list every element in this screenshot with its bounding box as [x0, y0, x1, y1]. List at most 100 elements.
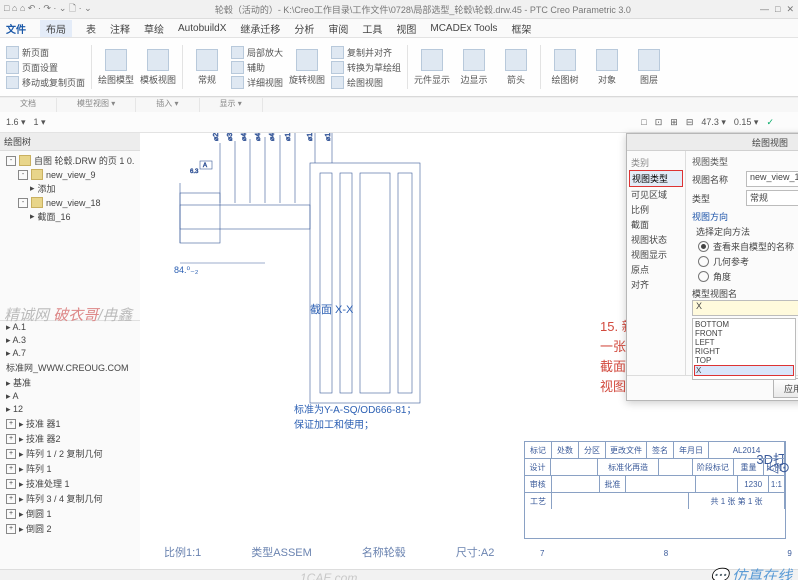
section-display[interactable]: 显示 ▾ — [200, 98, 263, 112]
edge-display-button[interactable]: 边显示 — [454, 42, 494, 92]
menu-view[interactable]: 视图 — [396, 21, 416, 36]
move-copy-page-button[interactable]: 移动或复制页面 — [6, 75, 85, 89]
list-item[interactable]: +▸ 阵列 1 / 2 复制几何 — [0, 446, 140, 461]
list-item[interactable]: ▸ A.3 — [0, 334, 140, 347]
view-icon-3[interactable]: ⊞ — [670, 117, 678, 128]
menu-table[interactable]: 表 — [86, 21, 96, 36]
category-item[interactable]: 视图显示 — [629, 247, 683, 262]
copy-align-button[interactable]: 复制并对齐 — [331, 45, 401, 59]
menu-sketch[interactable]: 草绘 — [144, 21, 164, 36]
list-item[interactable]: ▸ 基准 — [0, 375, 140, 390]
drawing-model-button[interactable]: 绘图模型 — [96, 42, 136, 92]
radio-geom-ref[interactable]: 几何参考 — [698, 255, 798, 268]
view-icon-4[interactable]: ⊟ — [686, 117, 694, 128]
dim-field-2[interactable]: 1 ▾ — [34, 117, 46, 128]
menu-file[interactable]: 文件 — [6, 21, 26, 36]
menu-autobuildx[interactable]: AutobuildX — [178, 23, 226, 34]
object-button[interactable]: 对象 — [587, 42, 627, 92]
drawing-tree[interactable]: -自图 轮毂.DRW 的页 1 0. -new_view_9 ▸ 添加 -new… — [0, 151, 140, 226]
menu-frame[interactable]: 框架 — [511, 21, 531, 36]
menu-inherit[interactable]: 继承迁移 — [240, 21, 280, 36]
list-item[interactable]: BOTTOM — [694, 320, 794, 329]
section-insert[interactable]: 插入 ▾ — [136, 98, 199, 112]
view-type-select[interactable]: 常规 — [746, 190, 798, 206]
view-node-icon — [31, 197, 43, 208]
view-icons[interactable]: □ ⊡ ⊞ ⊟ 47.3 ▾ 0.15 ▾ ✓ — [641, 117, 774, 128]
category-item[interactable]: 视图状态 — [629, 232, 683, 247]
category-item[interactable]: 截面 — [629, 217, 683, 232]
category-item[interactable]: 比例 — [629, 202, 683, 217]
list-item[interactable]: 标准网_WWW.CREOUG.COM — [0, 360, 140, 375]
category-item[interactable]: 对齐 — [629, 277, 683, 292]
list-item[interactable]: RIGHT — [694, 347, 794, 356]
checkmark-icon[interactable]: ✓ — [766, 117, 774, 128]
list-item[interactable]: +▸ 技准 器1 — [0, 416, 140, 431]
dim-field-3[interactable]: 47.3 ▾ — [701, 117, 726, 128]
model-view-list[interactable]: BOTTOM FRONT LEFT RIGHT TOP X — [692, 318, 796, 380]
menu-review[interactable]: 审阅 — [328, 21, 348, 36]
radio-icon — [698, 241, 709, 252]
list-item[interactable]: +▸ 倒圆 1 — [0, 506, 140, 521]
radio-from-model[interactable]: 查看来自模型的名称 — [698, 240, 798, 253]
category-item[interactable]: 原点 — [629, 262, 683, 277]
dim-field-4[interactable]: 0.15 ▾ — [734, 117, 759, 128]
page-setup-button[interactable]: 页面设置 — [6, 60, 85, 74]
list-item[interactable]: FRONT — [694, 329, 794, 338]
drawing-view-dialog[interactable]: 绘图视图 ✕ 类别 视图类型 可见区域 比例 截面 视图状态 视图显示 原点 对… — [626, 133, 798, 401]
view-icon-2[interactable]: ⊡ — [655, 117, 663, 128]
list-item[interactable]: ▸ A — [0, 390, 140, 403]
close-button[interactable]: ✕ — [786, 4, 794, 15]
model-view-input[interactable]: X — [692, 300, 798, 316]
list-item-selected[interactable]: X — [694, 365, 794, 376]
list-item[interactable]: +▸ 技准 器2 — [0, 431, 140, 446]
quick-access[interactable]: □ ⌂ ⌂ ↶ · ↷ · ⌄ 🗋 · ⌄ — [4, 1, 92, 17]
drawing-tree-button[interactable]: 绘图树 — [545, 42, 585, 92]
drawing-view-button[interactable]: 绘图视图 — [331, 75, 401, 89]
menu-tools[interactable]: 工具 — [362, 21, 382, 36]
category-item[interactable]: 可见区域 — [629, 187, 683, 202]
tree-item[interactable]: ▸ 截面_16 — [2, 209, 138, 224]
arrow-button[interactable]: 箭头 — [496, 42, 536, 92]
apply-button[interactable]: 应用 — [773, 378, 798, 398]
minimize-button[interactable]: — — [760, 4, 769, 14]
list-item[interactable]: +▸ 阵列 3 / 4 复制几何 — [0, 491, 140, 506]
menu-layout[interactable]: 布局 — [40, 20, 72, 37]
menubar[interactable]: 文件 布局 表 注释 草绘 AutobuildX 继承迁移 分析 审阅 工具 视… — [0, 19, 798, 38]
model-tree[interactable]: ▸ A.1 ▸ A.3 ▸ A.7 标准网_WWW.CREOUG.COM ▸ 基… — [0, 320, 140, 569]
component-display-button[interactable]: 元件显示 — [412, 42, 452, 92]
template-view-button[interactable]: 模板视图 — [138, 42, 178, 92]
align-icon — [331, 46, 344, 59]
menu-analysis[interactable]: 分析 — [294, 21, 314, 36]
projection-button[interactable]: 局部放大 — [231, 45, 283, 59]
drawing-canvas[interactable]: ⌀27.1 ⌀37 ⌀40 ⌀48 ⌀49 ⌀114⁺¹ ⌀116⁺¹ ⌀129… — [140, 133, 798, 569]
convert-sketch-button[interactable]: 转换为草绘组 — [331, 60, 401, 74]
radio-angle[interactable]: 角度 — [698, 270, 798, 283]
dialog-category-list[interactable]: 类别 视图类型 可见区域 比例 截面 视图状态 视图显示 原点 对齐 — [627, 151, 686, 375]
list-item[interactable]: +▸ 倒圆 2 — [0, 521, 140, 536]
view-icon-1[interactable]: □ — [641, 117, 646, 127]
dim-field-1[interactable]: 1.6 ▾ — [6, 117, 26, 128]
section-modelview[interactable]: 模型视图 ▾ — [57, 98, 136, 112]
list-item[interactable]: +▸ 技准处理 1 — [0, 476, 140, 491]
list-item[interactable]: ▸ 12 — [0, 403, 140, 416]
list-item[interactable]: LEFT — [694, 338, 794, 347]
new-page-button[interactable]: 新页面 — [6, 45, 85, 59]
menu-mcadex[interactable]: MCADEx Tools — [430, 23, 497, 34]
aux-button[interactable]: 辅助 — [231, 60, 283, 74]
view-name-input[interactable]: new_view_18 — [746, 171, 798, 187]
tree-item[interactable]: -new_view_18 — [2, 196, 138, 209]
tree-item[interactable]: ▸ 添加 — [2, 181, 138, 196]
maximize-button[interactable]: □ — [775, 4, 780, 14]
list-item[interactable]: +▸ 阵列 1 — [0, 461, 140, 476]
tree-root[interactable]: -自图 轮毂.DRW 的页 1 0. — [2, 153, 138, 168]
detail-button[interactable]: 详细视图 — [231, 75, 283, 89]
list-item[interactable]: ▸ A.7 — [0, 347, 140, 360]
list-item[interactable]: TOP — [694, 356, 794, 365]
layer-button[interactable]: 图层 — [629, 42, 669, 92]
general-view-button[interactable]: 常规 — [187, 42, 227, 92]
menu-annotate[interactable]: 注释 — [110, 21, 130, 36]
tree-item[interactable]: -new_view_9 — [2, 168, 138, 181]
dialog-title-bar[interactable]: 绘图视图 ✕ — [627, 134, 798, 151]
category-view-type[interactable]: 视图类型 — [629, 170, 683, 187]
rotate-view-button[interactable]: 旋转视图 — [287, 42, 327, 92]
